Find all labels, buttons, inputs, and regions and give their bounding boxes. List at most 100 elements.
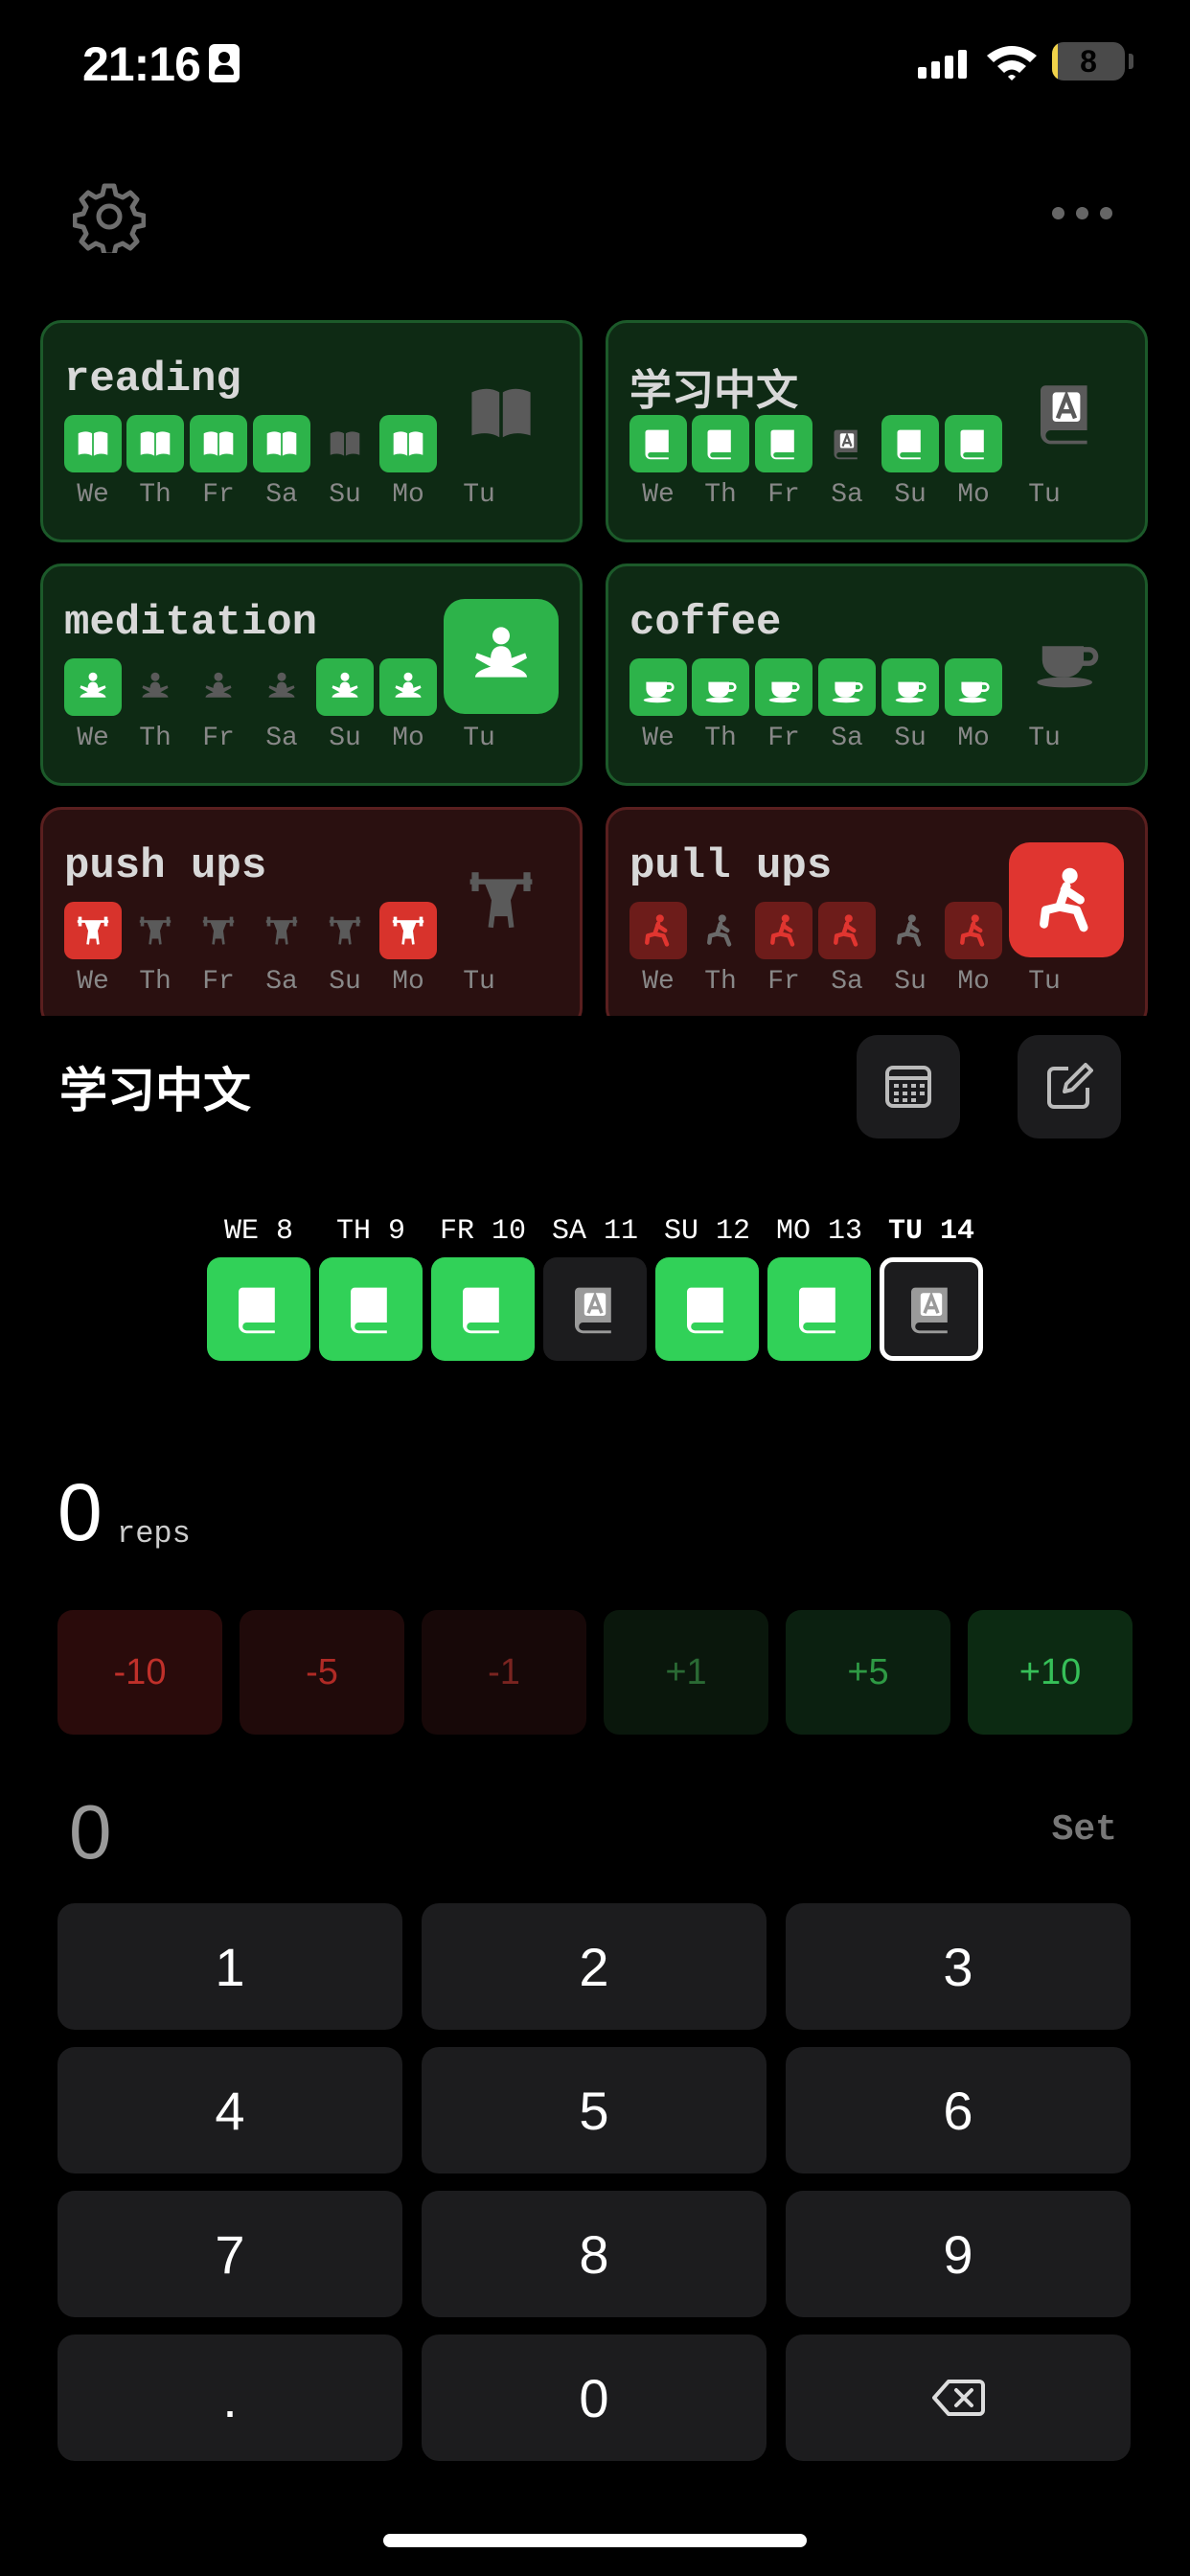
keypad-key[interactable]: 8 [422,2191,767,2317]
weightlifter-day-mark[interactable] [126,902,184,959]
habit-detail-title: 学习中文 [59,1064,251,1117]
book-open-day-mark[interactable] [253,415,310,472]
keypad-key[interactable]: 9 [786,2191,1131,2317]
keypad-key[interactable]: 5 [422,2047,767,2174]
day-label: Th [704,724,737,753]
book-open-day-mark[interactable] [190,415,247,472]
habit-card[interactable]: push ups We Th Fr Sa Su Mo Tu [40,807,583,1016]
dictionary-book-day-mark[interactable] [881,415,939,472]
lunge-exercise-day-mark[interactable] [692,902,749,959]
weightlifter-day-mark[interactable] [64,902,122,959]
lunge-exercise-day-mark[interactable] [818,902,876,959]
increment-1-button[interactable]: +1 [604,1610,768,1735]
week-day-tile[interactable] [767,1257,871,1361]
week-day-tile[interactable] [431,1257,535,1361]
increment-5-button[interactable]: +5 [786,1610,950,1735]
habit-day-labels: We Th Fr Sa Su Mo Tu [64,724,562,762]
coffee-cup-day-mark[interactable] [881,658,939,716]
more-options-icon[interactable] [1052,205,1113,220]
book-open-day-mark[interactable] [316,415,374,472]
day-label: Fr [767,480,800,510]
coffee-cup-day-mark[interactable] [818,658,876,716]
keypad-key[interactable]: 2 [422,1903,767,2030]
keypad-key[interactable]: 0 [422,2334,767,2461]
keypad-key[interactable]: . [57,2334,402,2461]
day-label: Sa [831,480,863,510]
dictionary-book-day-mark[interactable] [818,415,876,472]
week-day-tile[interactable] [880,1257,983,1361]
today-toggle-button[interactable] [1009,842,1124,957]
habit-day-labels: We Th Fr Sa Su Mo Tu [629,724,1128,762]
dictionary-book-day-mark[interactable] [692,415,749,472]
dictionary-book-day-mark[interactable] [755,415,812,472]
lunge-exercise-icon [960,914,985,947]
week-day-label: MO 13 [775,1215,862,1248]
meditation-day-mark[interactable] [316,658,374,716]
today-toggle-button[interactable] [444,599,559,714]
lunge-exercise-day-mark[interactable] [755,902,812,959]
increment-10-button[interactable]: +10 [968,1610,1133,1735]
today-toggle-button[interactable] [444,356,559,471]
week-day-tile[interactable] [655,1257,759,1361]
coffee-cup-day-mark[interactable] [945,658,1002,716]
backspace-button[interactable] [786,2334,1131,2461]
week-day-label: WE 8 [223,1215,293,1248]
meditation-day-mark[interactable] [190,658,247,716]
home-indicator[interactable] [383,2534,807,2547]
habit-title: 学习中文 [629,370,798,418]
book-open-icon [330,431,360,456]
settings-gear-icon[interactable] [73,180,146,253]
meditation-day-mark[interactable] [126,658,184,716]
keypad-key[interactable]: 4 [57,2047,402,2174]
today-toggle-button[interactable] [1009,599,1124,714]
coffee-cup-day-mark[interactable] [755,658,812,716]
day-label: We [77,724,109,753]
meditation-day-mark[interactable] [64,658,122,716]
lunge-exercise-day-mark[interactable] [629,902,687,959]
dictionary-book-day-mark[interactable] [629,415,687,472]
keypad-key[interactable]: 6 [786,2047,1131,2174]
habit-card[interactable]: pull ups We Th Fr Sa Su Mo Tu [606,807,1148,1016]
meditation-icon [332,672,358,698]
coffee-cup-day-mark[interactable] [629,658,687,716]
dictionary-book-icon [897,429,921,460]
keypad-key[interactable]: 7 [57,2191,402,2317]
weightlifter-day-mark[interactable] [253,902,310,959]
lunge-exercise-day-mark[interactable] [881,902,939,959]
dictionary-book-icon [575,1287,611,1334]
decrement-5-button[interactable]: -5 [240,1610,404,1735]
lunge-exercise-icon [707,914,732,947]
weightlifter-day-mark[interactable] [379,902,437,959]
habit-history [629,415,1003,472]
decrement-1-button[interactable]: -1 [422,1610,586,1735]
keypad-key[interactable]: 1 [57,1903,402,2030]
calendar-button[interactable] [857,1035,960,1138]
coffee-cup-day-mark[interactable] [692,658,749,716]
habit-card[interactable]: reading We Th Fr Sa Su Mo Tu [40,320,583,542]
book-open-icon [140,431,171,456]
today-toggle-button[interactable] [1009,356,1124,471]
book-open-day-mark[interactable] [64,415,122,472]
week-day-tile[interactable] [207,1257,310,1361]
week-day-tile[interactable] [543,1257,647,1361]
habit-card[interactable]: meditation We Th Fr Sa Su Mo Tu [40,564,583,786]
set-button[interactable]: Set [1052,1809,1117,1851]
book-open-day-mark[interactable] [126,415,184,472]
meditation-day-mark[interactable] [379,658,437,716]
lunge-exercise-day-mark[interactable] [945,902,1002,959]
meditation-day-mark[interactable] [253,658,310,716]
weightlifter-day-mark[interactable] [190,902,247,959]
decrement-10-button[interactable]: -10 [57,1610,222,1735]
weightlifter-day-mark[interactable] [316,902,374,959]
today-label: Tu [1028,967,1061,997]
week-day-tile[interactable] [319,1257,423,1361]
dictionary-book-day-mark[interactable] [945,415,1002,472]
keypad-key[interactable]: 3 [786,1903,1131,2030]
today-label: Tu [1028,480,1061,510]
today-toggle-button[interactable] [444,842,559,957]
edit-button[interactable] [1018,1035,1121,1138]
habit-card[interactable]: coffee We Th Fr Sa Su Mo Tu [606,564,1148,786]
book-open-day-mark[interactable] [379,415,437,472]
habit-card[interactable]: 学习中文 We Th Fr Sa Su Mo Tu [606,320,1148,542]
habit-grid: reading We Th Fr Sa Su Mo Tu 学习中文 We Th Fr Sa Su Mo Tu m… [0,320,1190,1016]
